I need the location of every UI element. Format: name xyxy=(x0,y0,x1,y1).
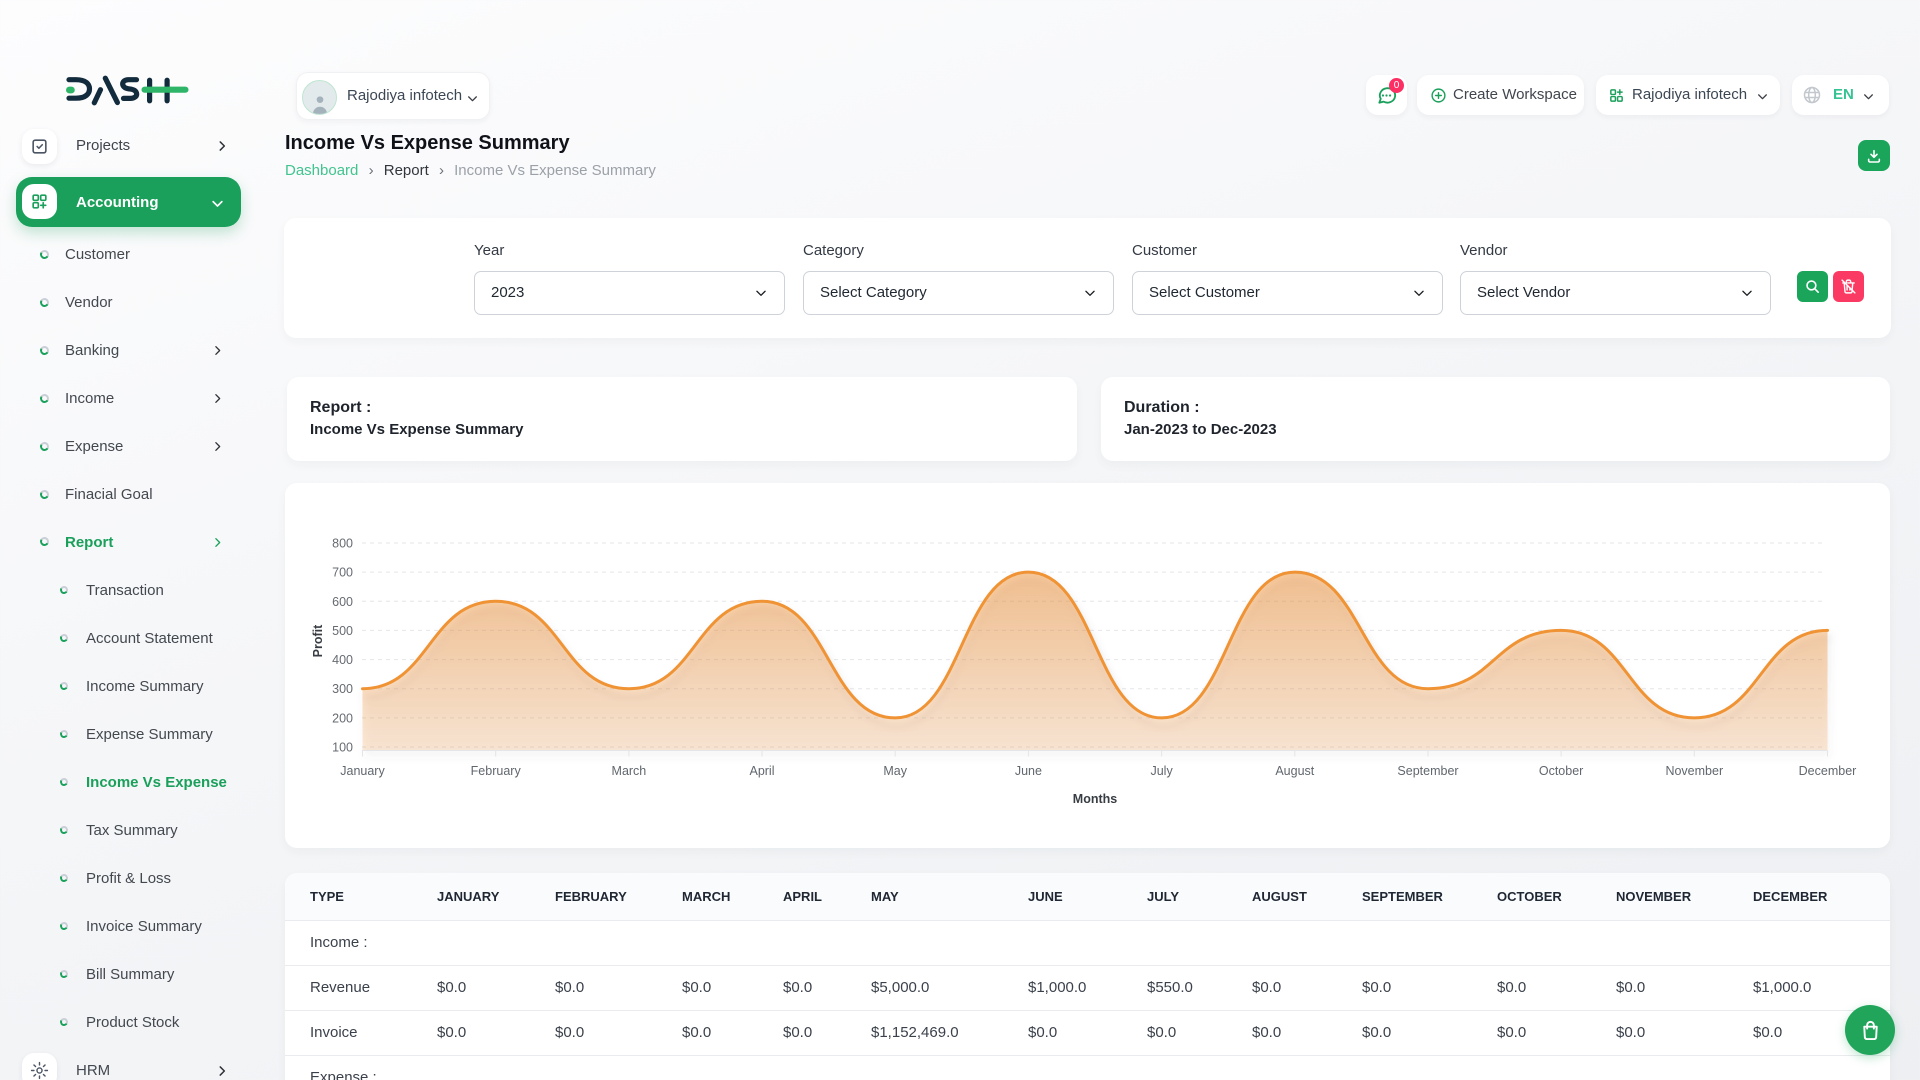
svg-text:January: January xyxy=(340,764,385,778)
svg-text:100: 100 xyxy=(332,741,353,755)
svg-text:600: 600 xyxy=(332,595,353,609)
svg-text:November: November xyxy=(1665,764,1723,778)
svg-text:400: 400 xyxy=(332,653,353,667)
svg-text:February: February xyxy=(471,764,522,778)
svg-text:May: May xyxy=(883,764,907,778)
svg-text:Profit: Profit xyxy=(311,624,325,657)
svg-text:200: 200 xyxy=(332,711,353,725)
svg-text:June: June xyxy=(1015,764,1042,778)
svg-text:800: 800 xyxy=(332,537,353,551)
svg-text:Months: Months xyxy=(1073,792,1117,806)
svg-text:July: July xyxy=(1150,764,1173,778)
svg-text:April: April xyxy=(749,764,774,778)
svg-text:August: August xyxy=(1275,764,1314,778)
svg-text:500: 500 xyxy=(332,624,353,638)
svg-text:September: September xyxy=(1397,764,1458,778)
svg-text:March: March xyxy=(612,764,647,778)
svg-text:300: 300 xyxy=(332,682,353,696)
svg-text:October: October xyxy=(1539,764,1583,778)
svg-text:700: 700 xyxy=(332,566,353,580)
svg-text:December: December xyxy=(1799,764,1857,778)
